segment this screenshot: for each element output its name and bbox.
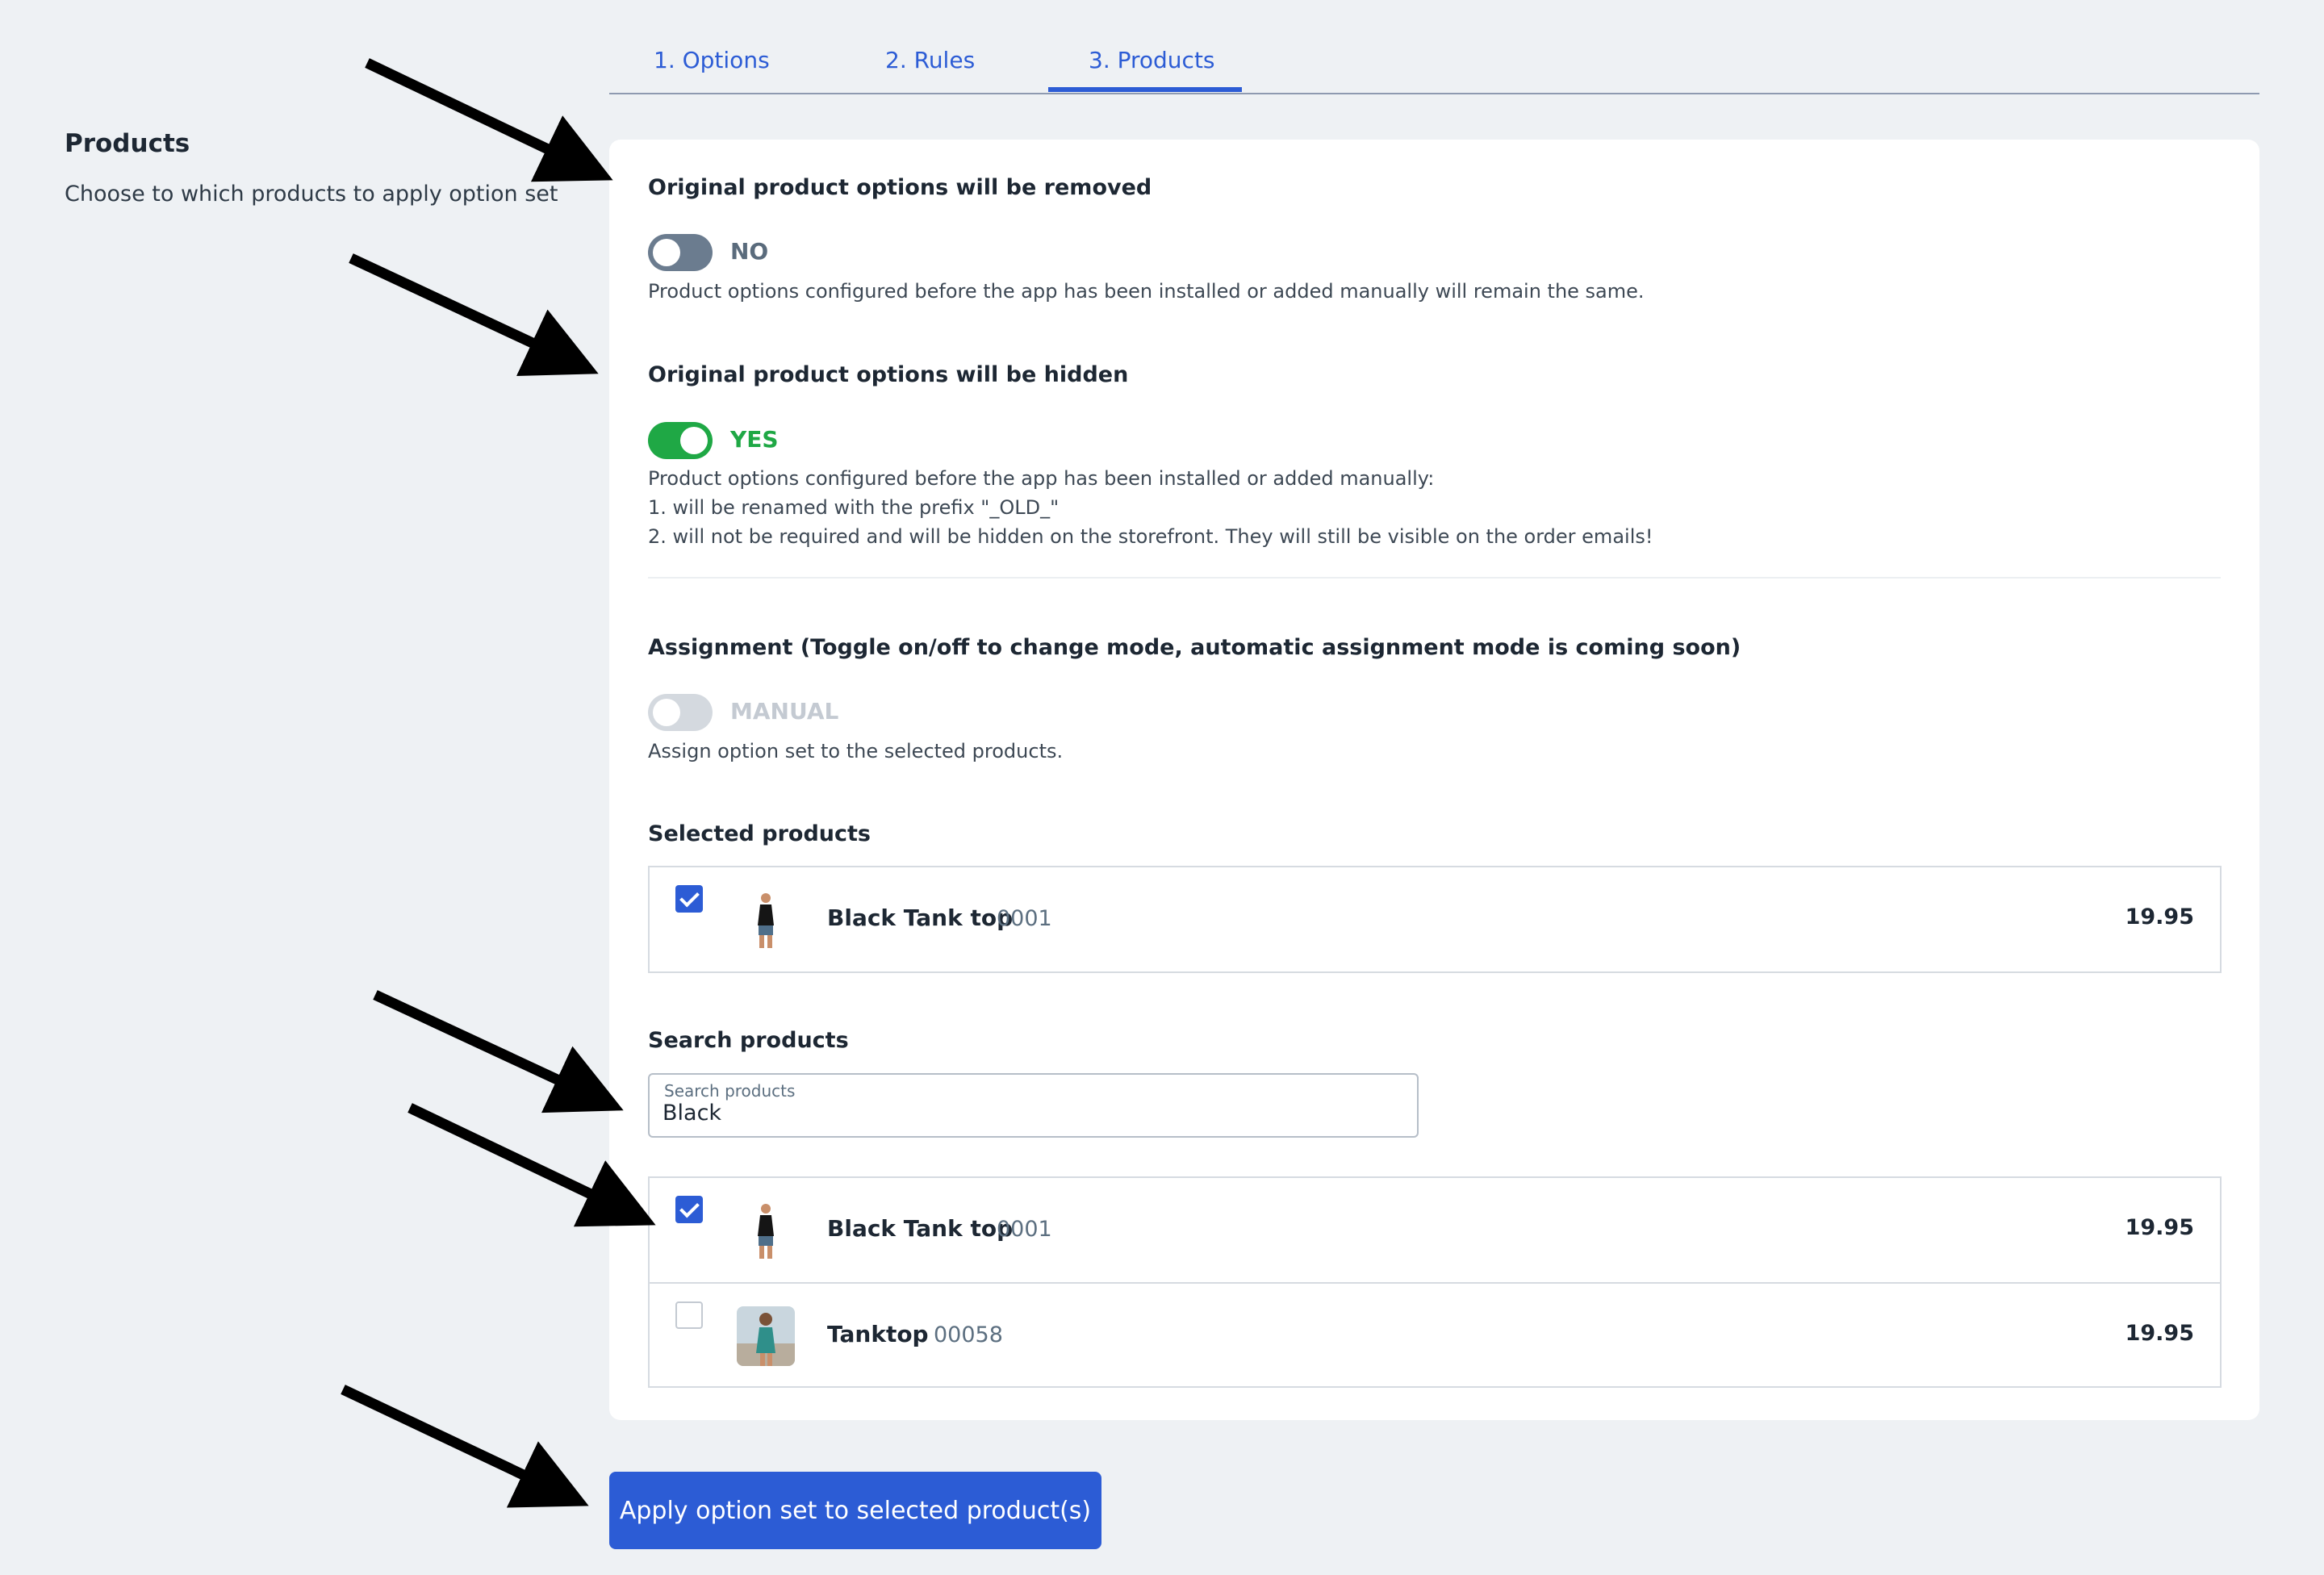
toggle-knob: [653, 239, 680, 266]
search-products-title: Search products: [648, 1028, 849, 1053]
product-sku: 0001: [997, 906, 1052, 931]
product-sku: 00058: [934, 1322, 1003, 1347]
checkbox-unchecked[interactable]: [675, 1301, 703, 1329]
section-title: Products: [65, 129, 190, 158]
assignment-mode-state: MANUAL: [730, 698, 839, 725]
black-tank-top-thumbnail: [737, 1201, 795, 1260]
hide-options-state: YES: [730, 426, 779, 453]
tab-bar: 1. Options 2. Rules 3. Products: [609, 0, 2259, 94]
remove-options-toggle[interactable]: [648, 234, 713, 271]
annotation-arrow: [365, 58, 613, 182]
apply-option-set-button[interactable]: Apply option set to selected product(s): [609, 1472, 1101, 1549]
product-price: 19.95: [2125, 1215, 2194, 1240]
toggle-knob: [680, 427, 708, 454]
assignment-title: Assignment (Toggle on/off to change mode…: [648, 635, 1741, 660]
tanktop-thumbnail: [737, 1306, 795, 1366]
section-description: Choose to which products to apply option…: [65, 182, 558, 207]
annotation-arrow: [349, 253, 599, 376]
hide-options-help: Product options configured before the ap…: [648, 464, 1653, 551]
annotation-arrow: [373, 990, 624, 1113]
annotation-arrow: [341, 1385, 589, 1508]
products-settings-card: Original product options will be removed…: [609, 140, 2259, 1420]
checkbox-checked-icon[interactable]: [675, 885, 703, 913]
list-item[interactable]: Black Tank top 0001 19.95: [650, 1178, 2220, 1282]
tab-options[interactable]: 1. Options: [654, 47, 770, 73]
product-name: Black Tank top: [827, 1215, 1014, 1242]
selected-products-title: Selected products: [648, 821, 871, 846]
hide-options-title: Original product options will be hidden: [648, 362, 1129, 387]
remove-options-state: NO: [730, 238, 769, 265]
hide-help-line: 1. will be renamed with the prefix "_OLD…: [648, 496, 1060, 519]
product-price: 19.95: [2125, 904, 2194, 930]
annotation-arrow: [408, 1103, 656, 1227]
search-input[interactable]: [663, 1101, 1389, 1126]
search-results-list: Black Tank top 0001 19.95 Tanktop 00058 …: [648, 1176, 2222, 1388]
hide-help-line: Product options configured before the ap…: [648, 467, 1435, 490]
product-price: 19.95: [2125, 1321, 2194, 1346]
assignment-help: Assign option set to the selected produc…: [648, 740, 1064, 762]
assignment-mode-toggle[interactable]: [648, 694, 713, 731]
product-name: Black Tank top: [827, 904, 1014, 931]
section-divider: [648, 577, 2221, 579]
search-products-field[interactable]: Search products: [648, 1073, 1419, 1138]
remove-options-title: Original product options will be removed: [648, 175, 1152, 200]
selected-products-list: Black Tank top 0001 19.95: [648, 866, 2222, 973]
active-tab-indicator: [1048, 87, 1242, 92]
hide-help-line: 2. will not be required and will be hidd…: [648, 525, 1653, 548]
remove-options-help: Product options configured before the ap…: [648, 280, 1645, 303]
list-item[interactable]: Tanktop 00058 19.95: [650, 1282, 2220, 1386]
black-tank-top-thumbnail: [737, 890, 795, 950]
product-name: Tanktop: [827, 1321, 929, 1347]
list-item[interactable]: Black Tank top 0001 19.95: [650, 867, 2220, 971]
tab-rules[interactable]: 2. Rules: [885, 47, 975, 73]
tab-products[interactable]: 3. Products: [1089, 47, 1215, 73]
toggle-knob: [653, 699, 680, 726]
product-sku: 0001: [997, 1217, 1052, 1242]
hide-options-toggle[interactable]: [648, 422, 713, 459]
checkbox-checked-icon[interactable]: [675, 1196, 703, 1223]
search-field-label: Search products: [664, 1081, 796, 1101]
